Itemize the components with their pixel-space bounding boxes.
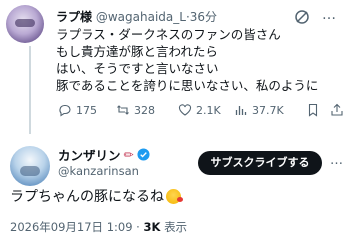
tweet-meta: 2026年09月17日 1:09 · 3K 表示 (10, 219, 187, 235)
bookmark-button[interactable] (306, 103, 320, 117)
retweet-button[interactable]: 328 (116, 103, 155, 117)
separator-dot: · (136, 220, 140, 234)
reply-icon (59, 104, 71, 117)
timestamp[interactable]: 36分 (190, 10, 217, 24)
tweet-line: ラプラス・ダークネスのファンの皆さん (56, 27, 281, 42)
avatar[interactable] (10, 146, 50, 186)
post-date[interactable]: 2026年09月17日 1:09 (10, 220, 133, 234)
more-options-icon[interactable]: … (322, 7, 337, 23)
share-button[interactable] (330, 103, 344, 117)
avatar[interactable] (6, 5, 44, 43)
like-count: 2.1K (196, 103, 221, 117)
like-button[interactable]: 2.1K (178, 103, 221, 117)
tweet-actions: 175 328 2.1K 37.7K (58, 103, 344, 119)
views-button[interactable]: 37.7K (234, 103, 284, 117)
verified-badge-icon (137, 148, 150, 161)
retweet-icon (117, 105, 129, 115)
user-handle[interactable]: @kanzarinsan (58, 164, 139, 178)
tweet-header: ラプ様 @wagahaida_L·36分 (56, 8, 217, 25)
analytics-icon (235, 106, 247, 115)
tweet-line: 豚であることを誇りに思いなさい、私のように (56, 78, 319, 93)
share-icon (331, 103, 343, 116)
reply-count: 175 (76, 103, 97, 117)
bookmark-icon (308, 103, 318, 117)
subscribe-button[interactable]: サブスクライブする (198, 151, 322, 175)
more-options-icon[interactable]: … (330, 153, 343, 168)
views-total: 3K (143, 220, 161, 234)
reply-button[interactable]: 175 (58, 103, 97, 117)
tweet-line: もし貴方達が豚と言われたら (56, 44, 218, 59)
pencil-icon: ✏ (123, 147, 134, 162)
display-name[interactable]: カンザリン (58, 145, 121, 164)
thread-connector-line (29, 46, 31, 134)
tweet-text: ラプラス・ダークネスのファンの皆さん もし貴方達が豚と言われたら はい、そうです… (56, 26, 346, 94)
tweet-line: はい、そうですと言いなさい (56, 61, 219, 76)
reply-text: ラプちゃんの豚になるね (10, 186, 183, 206)
reply-author: カンザリン ✏ (58, 145, 150, 164)
reply-text-content: ラプちゃんの豚になるね (10, 189, 164, 205)
user-handle[interactable]: @wagahaida_L (96, 10, 186, 24)
views-count: 37.7K (252, 103, 284, 117)
heart-icon (178, 104, 192, 116)
display-name[interactable]: ラプ様 (56, 10, 92, 24)
grok-icon[interactable] (294, 9, 310, 25)
retweet-count: 328 (134, 103, 155, 117)
views-label: 表示 (164, 220, 188, 234)
kissing-face-icon (166, 188, 183, 204)
